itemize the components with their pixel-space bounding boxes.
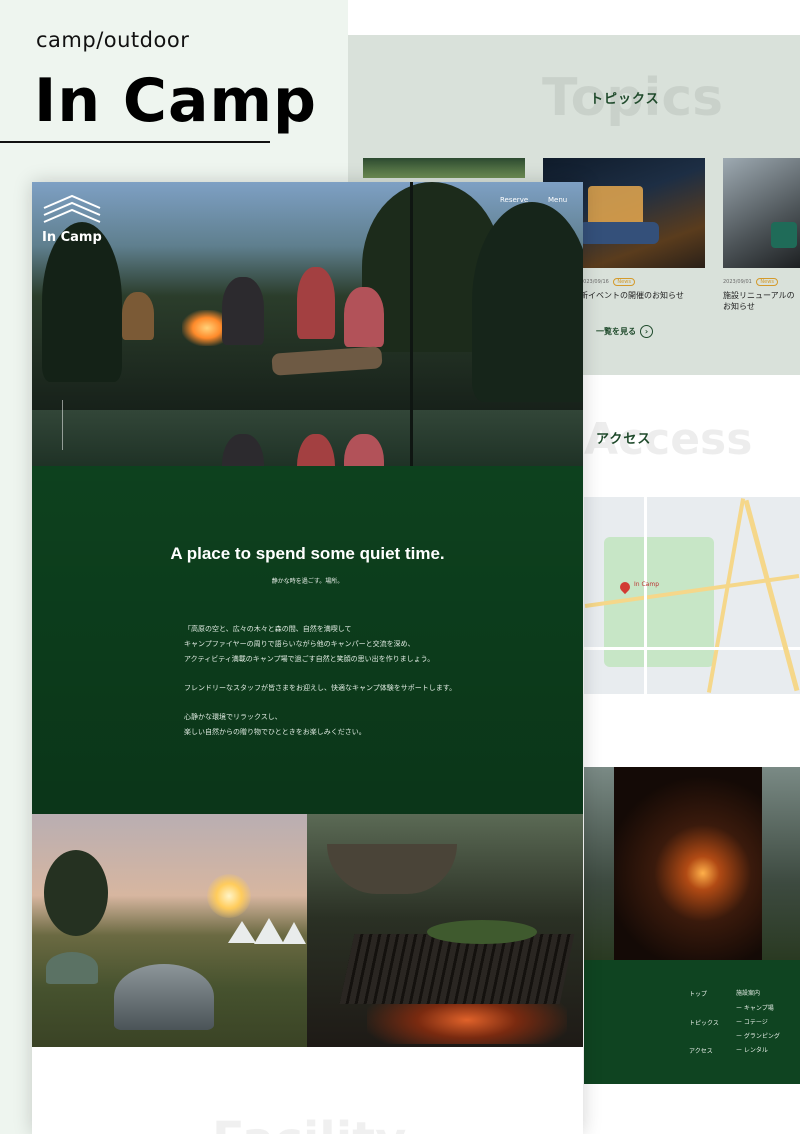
intro-title: A place to spend some quiet time. [170,544,445,563]
dome-tent-shape [114,964,214,1030]
topic-card-image-3[interactable] [723,158,800,268]
site-footer: トップ トピックス アクセス 施設案内 ー キャンプ場 ー コテージ ー グラン… [584,960,800,1084]
intro-body-line: 「高原の空と、広々の木々と森の間、自然を満喫して [184,625,352,633]
skillet-shape [427,920,537,944]
tent-shape [282,922,306,944]
footer-link[interactable]: トップ [689,989,707,998]
map-road [584,647,800,650]
grill-photo [307,814,583,1047]
tent-shape [254,918,284,944]
intro-body-line: 心静かな環境でリラックスし、 [184,713,282,721]
footer-link[interactable]: アクセス [689,1046,713,1055]
camper-silhouette [344,287,384,347]
photo-fire [614,767,762,960]
camper-silhouette [297,267,335,339]
dome-tent-shape [46,952,98,984]
hero-image: In Camp Reserve Menu [32,182,583,410]
front-page-mockup: In Camp Reserve Menu A place to spend so… [32,182,583,1134]
news-tag: News [756,278,778,286]
category-label: camp/outdoor [36,28,190,52]
tent-roof-logo-icon [43,194,101,223]
map-road [743,499,800,692]
hero-image-reflection [32,410,583,466]
tree-silhouette [42,222,122,382]
news-link[interactable]: 施設リニューアルのお知らせ [723,290,800,312]
camper-silhouette [122,292,154,340]
camper-silhouette [297,434,335,466]
tent-shape [228,921,256,943]
log-bench [271,346,383,376]
nav-reserve[interactable]: Reserve [500,196,528,204]
footer-link[interactable]: 施設案内 [736,988,760,997]
footer-link[interactable]: ー コテージ [736,1017,768,1026]
facility-ghost-heading: Facility [212,1112,406,1134]
footer-link[interactable]: トピックス [689,1018,719,1027]
map-pin-label: In Camp [634,581,659,588]
tree-silhouette [472,202,583,402]
map-road [644,497,647,694]
see-all-label: 一覧を見る [596,327,636,336]
sunset-campsite-photo [32,814,307,1047]
campfire-photo [584,767,800,960]
tree-silhouette [44,850,108,936]
news-date: 2023/09/01 News [723,278,778,286]
photo-gallery [32,814,583,1047]
news-date-text: 2023/09/16 [580,279,609,285]
footer-link[interactable]: ー キャンプ場 [736,1003,774,1012]
news-date-text: 2023/09/01 [723,279,752,285]
topics-heading: トピックス [590,92,660,107]
hero-divider [410,182,413,466]
sun-glow [207,874,251,918]
intro-section: A place to spend some quiet time. 静かな時を過… [32,466,583,814]
news-tag: News [613,278,635,286]
intro-body-line: 楽しい自然からの贈り物でひとときをお楽しみください。 [184,728,366,736]
camper-silhouette [222,434,264,466]
topic-card-image-1[interactable] [363,158,525,178]
access-heading: アクセス [596,432,652,447]
camper-silhouette [344,434,384,466]
scroll-indicator [62,400,66,450]
hammock-shape [327,844,457,894]
intro-body-line: アクティビティ満載のキャンプ場で過ごす自然と笑顔の思い出を作りましょう。 [184,655,435,663]
intro-body-line: フレンドリーなスタッフが皆さまをお迎えし、快適なキャンプ体験をサポートします。 [184,684,457,692]
camper-silhouette [222,277,264,345]
access-map[interactable]: In Camp [584,497,800,694]
nav-menu[interactable]: Menu [548,196,567,204]
title-divider [0,141,270,143]
showcase-title: In Camp [34,66,317,136]
news-date: 2023/09/16 News [580,278,635,286]
chevron-right-icon: › [640,325,653,338]
intro-body-line: キャンプファイヤーの周りで語らいながら他のキャンパーと交流を深め、 [184,640,415,648]
see-all-link[interactable]: 一覧を見る › [596,325,653,338]
site-logo[interactable]: In Camp [42,230,102,245]
grill-grate [339,934,575,1004]
showcase-header: camp/outdoor In Camp [0,0,348,180]
footer-link[interactable]: ー レンタル [736,1045,768,1054]
footer-link[interactable]: ー グランピング [736,1031,780,1040]
intro-subtitle: 静かな時を過ごす。場所。 [271,578,344,585]
news-link[interactable]: 新イベントの開催のお知らせ [580,290,684,301]
